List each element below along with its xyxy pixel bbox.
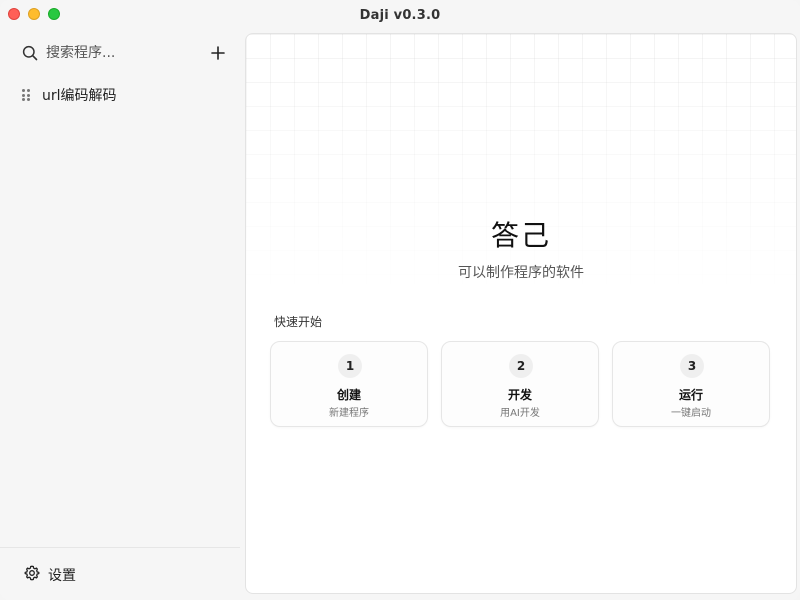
settings-button[interactable]: 设置 — [24, 565, 76, 585]
quick-start-cards: 1 创建 新建程序 2 开发 用AI开发 3 运行 一键启动 — [270, 341, 772, 429]
add-program-button[interactable] — [208, 42, 228, 64]
close-window-button[interactable] — [8, 8, 20, 20]
plus-icon — [211, 43, 225, 63]
settings-label: 设置 — [48, 568, 76, 584]
quick-start-label: 快速开始 — [274, 315, 323, 329]
main-panel: 答己 可以制作程序的软件 快速开始 1 创建 新建程序 2 开发 用AI开发 3… — [245, 33, 797, 594]
step-number-badge: 3 — [680, 354, 704, 378]
gear-icon — [24, 565, 40, 585]
minimize-window-button[interactable] — [28, 8, 40, 20]
card-description: 用AI开发 — [500, 408, 540, 419]
create-card[interactable]: 1 创建 新建程序 — [270, 341, 428, 427]
hero-subtitle: 可以制作程序的软件 — [458, 265, 584, 281]
card-title: 创建 — [336, 388, 361, 402]
card-description: 新建程序 — [329, 408, 369, 419]
sidebar-divider — [0, 547, 240, 548]
search-bar — [22, 42, 228, 64]
card-title: 开发 — [507, 388, 532, 402]
run-card[interactable]: 3 运行 一键启动 — [612, 341, 770, 427]
app-window: Daji v0.3.0 搜索程序... url编码解码 设置 答己 可以制作程序… — [0, 0, 800, 600]
develop-card[interactable]: 2 开发 用AI开发 — [441, 341, 599, 427]
program-item-label: url编码解码 — [42, 88, 117, 104]
sidebar: url编码解码 设置 — [0, 30, 240, 600]
card-description: 一键启动 — [671, 408, 711, 419]
window-title: Daji v0.3.0 — [359, 7, 441, 23]
search-input[interactable] — [46, 45, 196, 61]
step-number-badge: 2 — [509, 354, 533, 378]
card-title: 运行 — [678, 388, 703, 402]
maximize-window-button[interactable] — [48, 8, 60, 20]
title-bar: Daji v0.3.0 — [0, 0, 800, 30]
program-list-item[interactable]: url编码解码 — [20, 84, 225, 106]
hero-title: 答己 — [490, 219, 551, 252]
drag-handle-icon[interactable] — [22, 89, 30, 101]
step-number-badge: 1 — [338, 354, 362, 378]
search-icon — [22, 45, 38, 61]
grid-background — [246, 34, 796, 294]
